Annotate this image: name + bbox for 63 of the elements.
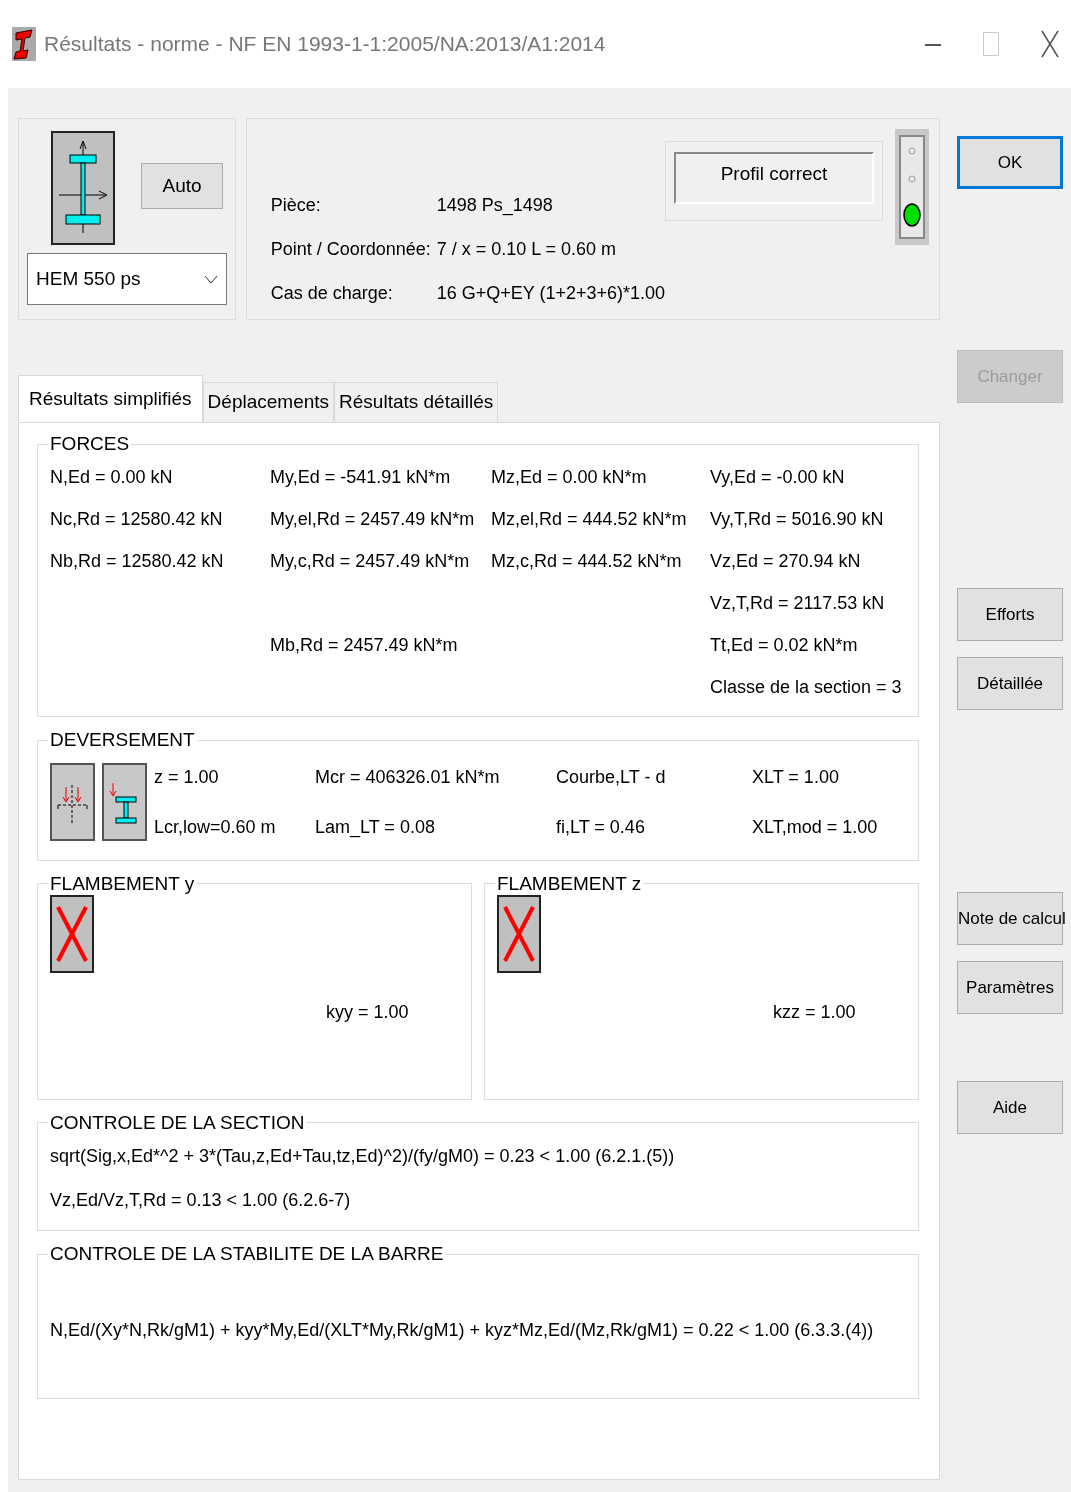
dialog-button[interactable]: Détaillée <box>957 657 1063 710</box>
section-dropdown[interactable]: HEM 550 ps <box>27 253 227 305</box>
result-value: My,Ed = -541.91 kN*m <box>270 465 452 489</box>
error-icon[interactable] <box>50 895 94 974</box>
tab[interactable]: Résultats simplifiés <box>18 375 203 422</box>
result-value: Vy,T,Rd = 5016.90 kN <box>710 507 885 531</box>
group-title: FLAMBEMENT z <box>496 872 643 896</box>
field-value: 1498 Ps_1498 <box>436 193 553 218</box>
dialog-button[interactable]: Aide <box>957 1081 1063 1134</box>
check-formula: N,Ed/(Xy*N,Rk/gM1) + kyy*My,Ed/(XLT*My,Rk/gM1) + kyz*Mz,Ed/(Mz,Rk/gM1) = 0.22 < 1.00 (6.3.3.(4)) <box>50 1319 875 1343</box>
result-value: Lcr,low=0.60 m <box>154 815 277 839</box>
result-value: Mcr = 406326.01 kN*m <box>315 765 501 789</box>
section-icon[interactable] <box>51 131 115 245</box>
group-title: CONTROLE DE LA SECTION <box>49 1111 306 1135</box>
result-value: Vy,Ed = -0.00 kN <box>710 465 846 489</box>
error-icon[interactable] <box>497 895 541 974</box>
result-value: Classe de la section = 3 <box>710 675 903 699</box>
field-label: Cas de charge: <box>270 281 394 305</box>
result-value: fi,LT = 0.46 <box>556 815 646 839</box>
group-title: FORCES <box>49 433 131 456</box>
section-load-icon[interactable] <box>102 762 147 841</box>
result-value: My,c,Rd = 2457.49 kN*m <box>270 549 471 573</box>
close-icon[interactable] <box>1041 30 1059 58</box>
load-position-icon[interactable] <box>50 762 95 841</box>
group-title: CONTROLE DE LA STABILITE DE LA BARRE <box>49 1243 445 1267</box>
result-value: Mz,el,Rd = 444.52 kN*m <box>491 507 688 531</box>
result-value: kyy = 1.00 <box>326 1001 410 1025</box>
dialog-button[interactable]: Efforts <box>957 588 1063 641</box>
auto-button[interactable]: Auto <box>141 163 223 209</box>
check-formula: Vz,Ed/Vz,T,Rd = 0.13 < 1.00 (6.2.6-7) <box>50 1189 352 1213</box>
status-label: Profil correct <box>674 152 874 204</box>
group-title: DEVERSEMENT <box>49 728 196 752</box>
group-title: FLAMBEMENT y <box>49 872 196 896</box>
tab[interactable]: Déplacements <box>202 382 335 422</box>
result-value: N,Ed = 0.00 kN <box>50 465 174 489</box>
result-value: Mz,Ed = 0.00 kN*m <box>491 465 648 489</box>
result-value: z = 1.00 <box>154 765 220 789</box>
field-label: Point / Coordonnée: <box>270 237 432 261</box>
result-value: My,el,Rd = 2457.49 kN*m <box>270 507 476 531</box>
chevron-down-icon <box>203 274 218 284</box>
dialog-button[interactable]: OK <box>957 136 1063 189</box>
result-value: Vz,Ed = 270.94 kN <box>710 549 862 573</box>
result-value: Mb,Rd = 2457.49 kN*m <box>270 633 459 657</box>
window-title: Résultats - norme - NF EN 1993-1-1:2005/NA:2013/A1:2014 <box>44 31 607 58</box>
dialog-button[interactable]: Note de calcul <box>957 892 1063 945</box>
tab[interactable]: Résultats détaillés <box>334 382 499 422</box>
check-formula: sqrt(Sig,x,Ed*^2 + 3*(Tau,z,Ed+Tau,tz,Ed)^2)/(fy/gM0) = 0.23 < 1.00 (6.2.1.(5)) <box>50 1145 676 1169</box>
result-value: Vz,T,Rd = 2117.53 kN <box>710 591 886 615</box>
result-value: Tt,Ed = 0.02 kN*m <box>710 633 859 657</box>
result-value: Courbe,LT - d <box>556 765 667 789</box>
dialog-button[interactable]: Paramètres <box>957 961 1063 1014</box>
result-value: XLT = 1.00 <box>752 765 840 789</box>
field-label: Pièce: <box>270 193 322 217</box>
result-value: Mz,c,Rd = 444.52 kN*m <box>491 549 683 573</box>
field-value: 16 G+Q+EY (1+2+3+6)*1.00 <box>436 281 665 305</box>
minimize-icon[interactable] <box>925 42 941 46</box>
result-value: kzz = 1.00 <box>773 1001 857 1025</box>
field-value: 7 / x = 0.10 L = 0.60 m <box>436 237 617 261</box>
result-value: Lam_LT = 0.08 <box>315 815 436 840</box>
result-value: Nc,Rd = 12580.42 kN <box>50 507 224 531</box>
result-value: XLT,mod = 1.00 <box>752 815 879 839</box>
app-icon <box>12 27 36 61</box>
result-value: Nb,Rd = 12580.42 kN <box>50 549 225 573</box>
